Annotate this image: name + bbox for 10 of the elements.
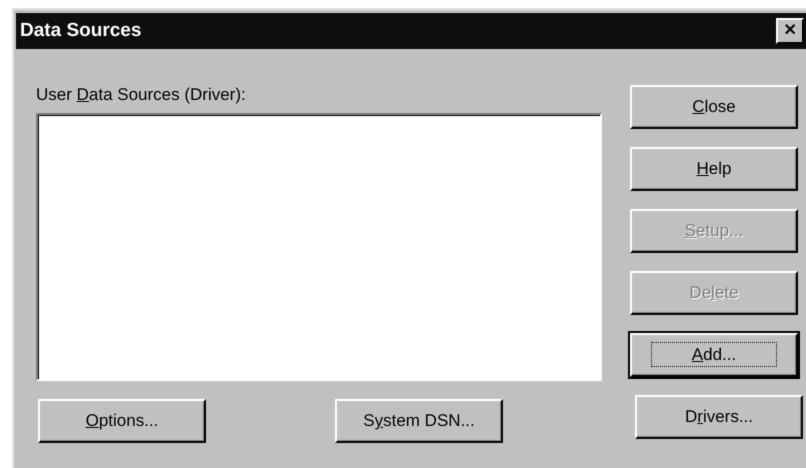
close-button[interactable]: ✕: [776, 18, 804, 44]
dialog-button[interactable]: System DSN...: [335, 399, 503, 443]
dialog-button[interactable]: Help: [630, 147, 798, 191]
dialog-button[interactable]: Options...: [38, 399, 206, 443]
data-sources-list[interactable]: [36, 113, 602, 381]
dialog-button[interactable]: Close: [630, 85, 798, 129]
list-label: User Data Sources (Driver):: [36, 85, 247, 105]
dialog-button[interactable]: Drivers...: [635, 395, 803, 439]
dialog-button[interactable]: Add...: [630, 333, 798, 377]
window-title: Data Sources: [20, 18, 142, 43]
